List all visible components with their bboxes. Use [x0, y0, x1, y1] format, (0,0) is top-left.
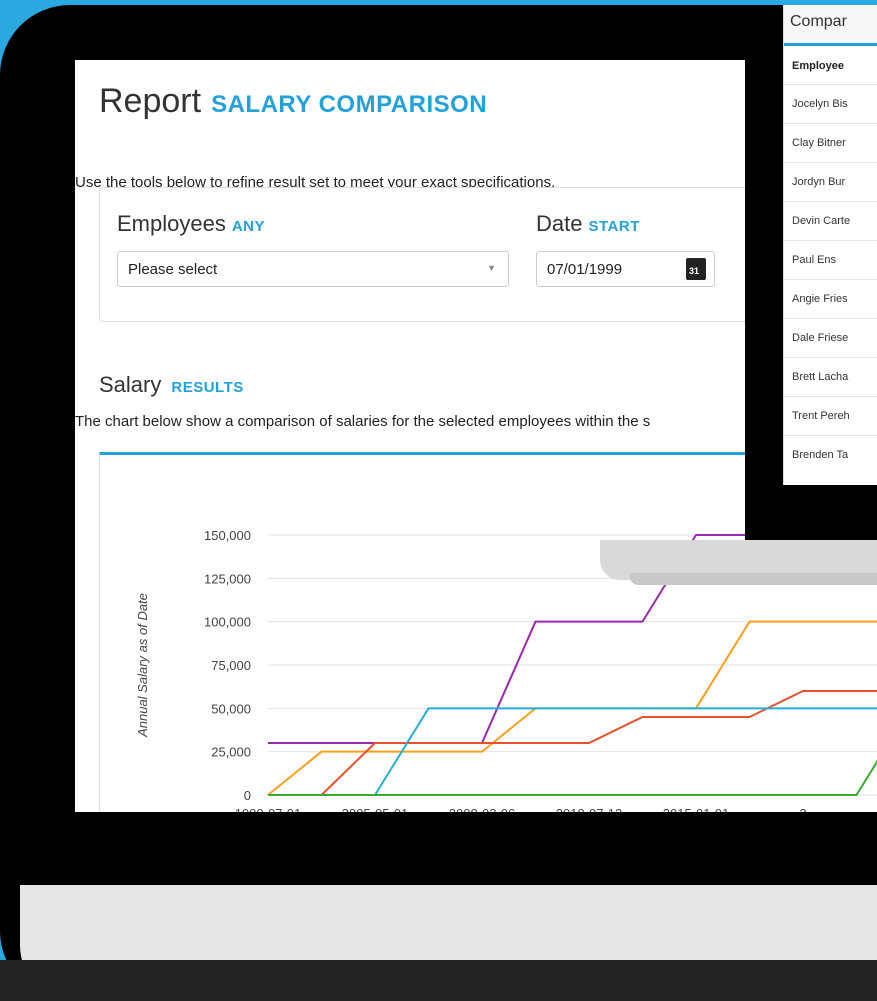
- compare-table-row[interactable]: Jocelyn Bis: [784, 84, 877, 124]
- y-tick-label: 125,000: [204, 571, 251, 586]
- compare-row-name: Jocelyn Bis: [792, 98, 848, 110]
- compare-row-name: Paul Ens: [792, 254, 837, 266]
- compare-row-name: Devin Carte: [792, 215, 851, 227]
- date-field-value: 07/01/1999: [547, 261, 623, 278]
- calendar-icon[interactable]: 31: [686, 258, 706, 280]
- page-title: Report SALARY COMPARISON: [99, 82, 487, 121]
- x-tick-label: 2008-02-06: [449, 806, 516, 812]
- compare-screen: Compar Employee Jocelyn Bis Clay Bitner Jo…: [783, 5, 877, 485]
- x-tick-label: 2005-05-01: [342, 806, 409, 812]
- employees-label-text: Employees: [117, 211, 226, 236]
- compare-table: Employee Jocelyn Bis Clay Bitner Jordyn Bu…: [784, 43, 877, 485]
- date-label-accent: START: [588, 218, 640, 235]
- compare-row-name: Jordyn Bur: [792, 176, 846, 188]
- compare-row-name: Brenden Ta: [792, 449, 849, 461]
- compare-row-name: Angie Fries: [792, 293, 848, 305]
- salary-heading-text: Salary: [99, 372, 162, 397]
- compare-row-name: Dale Friese: [792, 332, 849, 344]
- salary-heading: Salary RESULTS: [99, 372, 244, 398]
- bottom-strip: [0, 960, 877, 1001]
- compare-table-row[interactable]: Brett Lacha: [784, 357, 877, 397]
- y-axis-label: Annual Salary as of Date: [135, 593, 150, 738]
- calendar-icon-text: 31: [689, 266, 700, 276]
- compare-row-name: Clay Bitner: [792, 137, 846, 149]
- monitor-stand-shadow: [630, 573, 877, 585]
- y-tick-label: 150,000: [204, 528, 251, 543]
- compare-row-name: Brett Lacha: [792, 371, 849, 383]
- compare-table-row[interactable]: Trent Pereh: [784, 396, 877, 436]
- chevron-down-icon: ▼: [487, 263, 496, 273]
- x-tick-label: 2010-07-13: [556, 806, 623, 812]
- compare-title: Compar: [790, 13, 847, 30]
- y-tick-label: 50,000: [211, 701, 251, 716]
- y-tick-label: 75,000: [211, 658, 251, 673]
- salary-description: The chart below show a comparison of sal…: [75, 413, 651, 430]
- page-title-text: Report: [99, 82, 202, 120]
- employees-label-accent: ANY: [231, 218, 266, 235]
- monitor-chin: [20, 885, 877, 930]
- date-field[interactable]: 07/01/1999 31: [536, 251, 715, 287]
- employees-label: Employees ANY: [117, 211, 265, 237]
- compare-table-row[interactable]: Devin Carte: [784, 201, 877, 241]
- compare-table-row[interactable]: Paul Ens: [784, 240, 877, 280]
- filter-panel: Employees ANY Please select ▼ Date START 0…: [99, 187, 801, 322]
- compare-table-header: Employee: [792, 60, 844, 72]
- y-tick-label: 25,000: [211, 745, 251, 760]
- employees-select[interactable]: Please select ▼: [117, 251, 509, 287]
- compare-row-name: Trent Pereh: [792, 410, 850, 422]
- compare-table-row[interactable]: Dale Friese: [784, 318, 877, 358]
- monitor-frame: Report SALARY COMPARISON Use the tools be…: [0, 5, 877, 1001]
- x-tick-label: 2015-01-01: [663, 806, 730, 812]
- x-tick-label: 2: [799, 806, 806, 812]
- compare-table-row[interactable]: Jordyn Bur: [784, 162, 877, 202]
- y-tick-label: 100,000: [204, 615, 251, 630]
- salary-heading-accent: RESULTS: [171, 379, 244, 396]
- compare-table-row[interactable]: Clay Bitner: [784, 123, 877, 163]
- secondary-screen: Compar Employee Jocelyn Bis Clay Bitner Jo…: [745, 5, 877, 540]
- page-title-accent: SALARY COMPARISON: [211, 91, 488, 118]
- date-label-text: Date: [536, 211, 583, 236]
- y-tick-label: 0: [244, 788, 251, 803]
- compare-table-row[interactable]: Brenden Ta: [784, 435, 877, 475]
- date-label: Date START: [536, 211, 640, 237]
- employees-select-value: Please select: [128, 261, 218, 278]
- compare-table-row[interactable]: Angie Fries: [784, 279, 877, 319]
- x-tick-label: 1999-07-01: [235, 806, 302, 812]
